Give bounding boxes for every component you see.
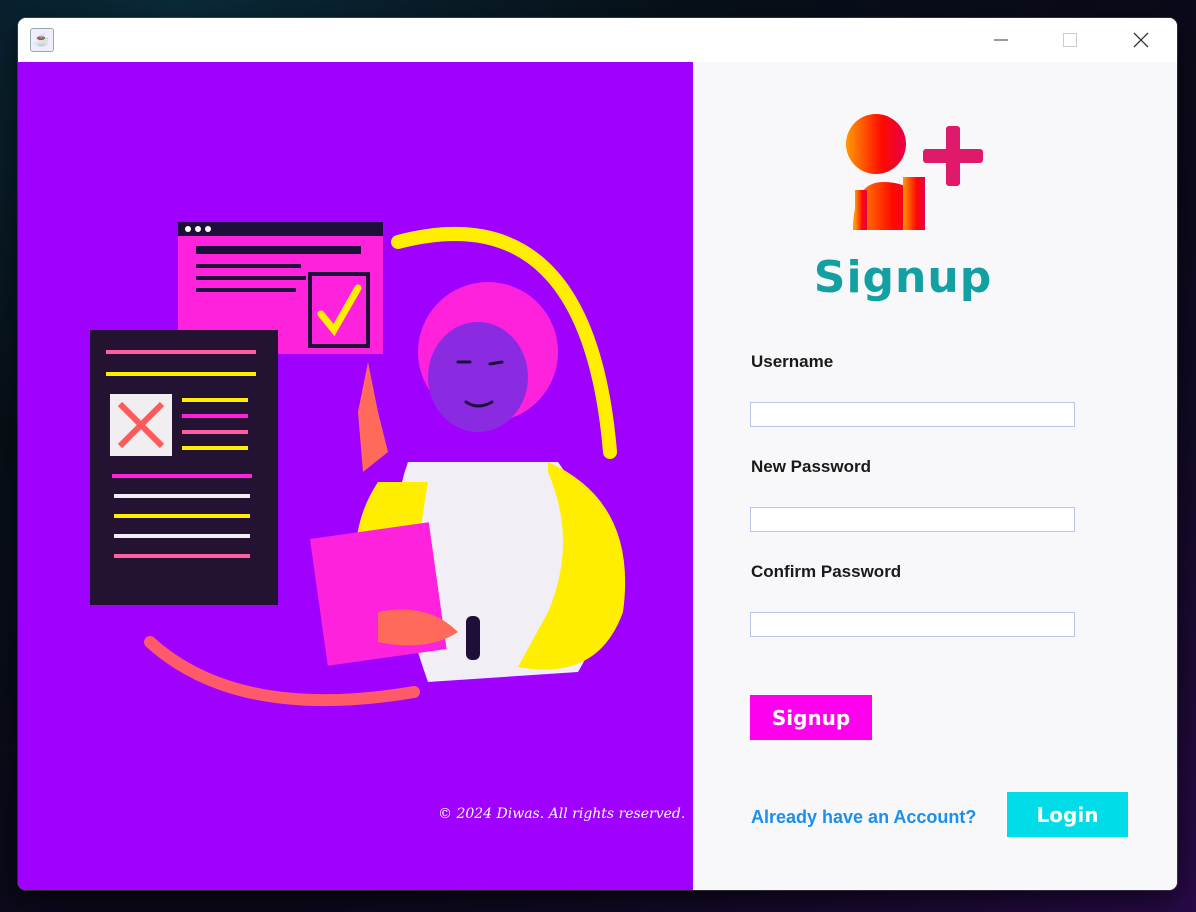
signup-window: ☕ © 2024 Diwas. All rights reserved. Sig… bbox=[18, 18, 1177, 890]
login-button[interactable]: Login bbox=[1007, 792, 1128, 837]
title-bar: ☕ bbox=[18, 18, 1177, 62]
copyright-text: © 2024 Diwas. All rights reserved. bbox=[438, 806, 686, 822]
confirm-password-input[interactable] bbox=[750, 612, 1075, 637]
illustration-panel: © 2024 Diwas. All rights reserved. bbox=[18, 62, 693, 890]
add-user-icon bbox=[846, 114, 983, 230]
minimize-button[interactable] bbox=[986, 26, 1016, 54]
signup-form-panel: Signup Username New Password Confirm Pas… bbox=[693, 62, 1177, 890]
java-cup-icon: ☕ bbox=[30, 28, 54, 52]
username-input[interactable] bbox=[750, 402, 1075, 427]
signup-button[interactable]: Signup bbox=[750, 695, 872, 740]
new-password-input[interactable] bbox=[750, 507, 1075, 532]
username-label: Username bbox=[751, 352, 834, 371]
already-have-account-text: Already have an Account? bbox=[751, 807, 977, 827]
confirm-password-label: Confirm Password bbox=[751, 562, 902, 581]
close-icon bbox=[1133, 32, 1149, 48]
maximize-button[interactable] bbox=[1055, 26, 1085, 54]
signup-title: Signup bbox=[813, 252, 993, 303]
minimize-icon bbox=[994, 39, 1008, 41]
maximize-icon bbox=[1063, 33, 1077, 47]
new-password-label: New Password bbox=[751, 457, 871, 476]
close-button[interactable] bbox=[1126, 26, 1156, 54]
person-with-documents-illustration bbox=[90, 222, 626, 707]
